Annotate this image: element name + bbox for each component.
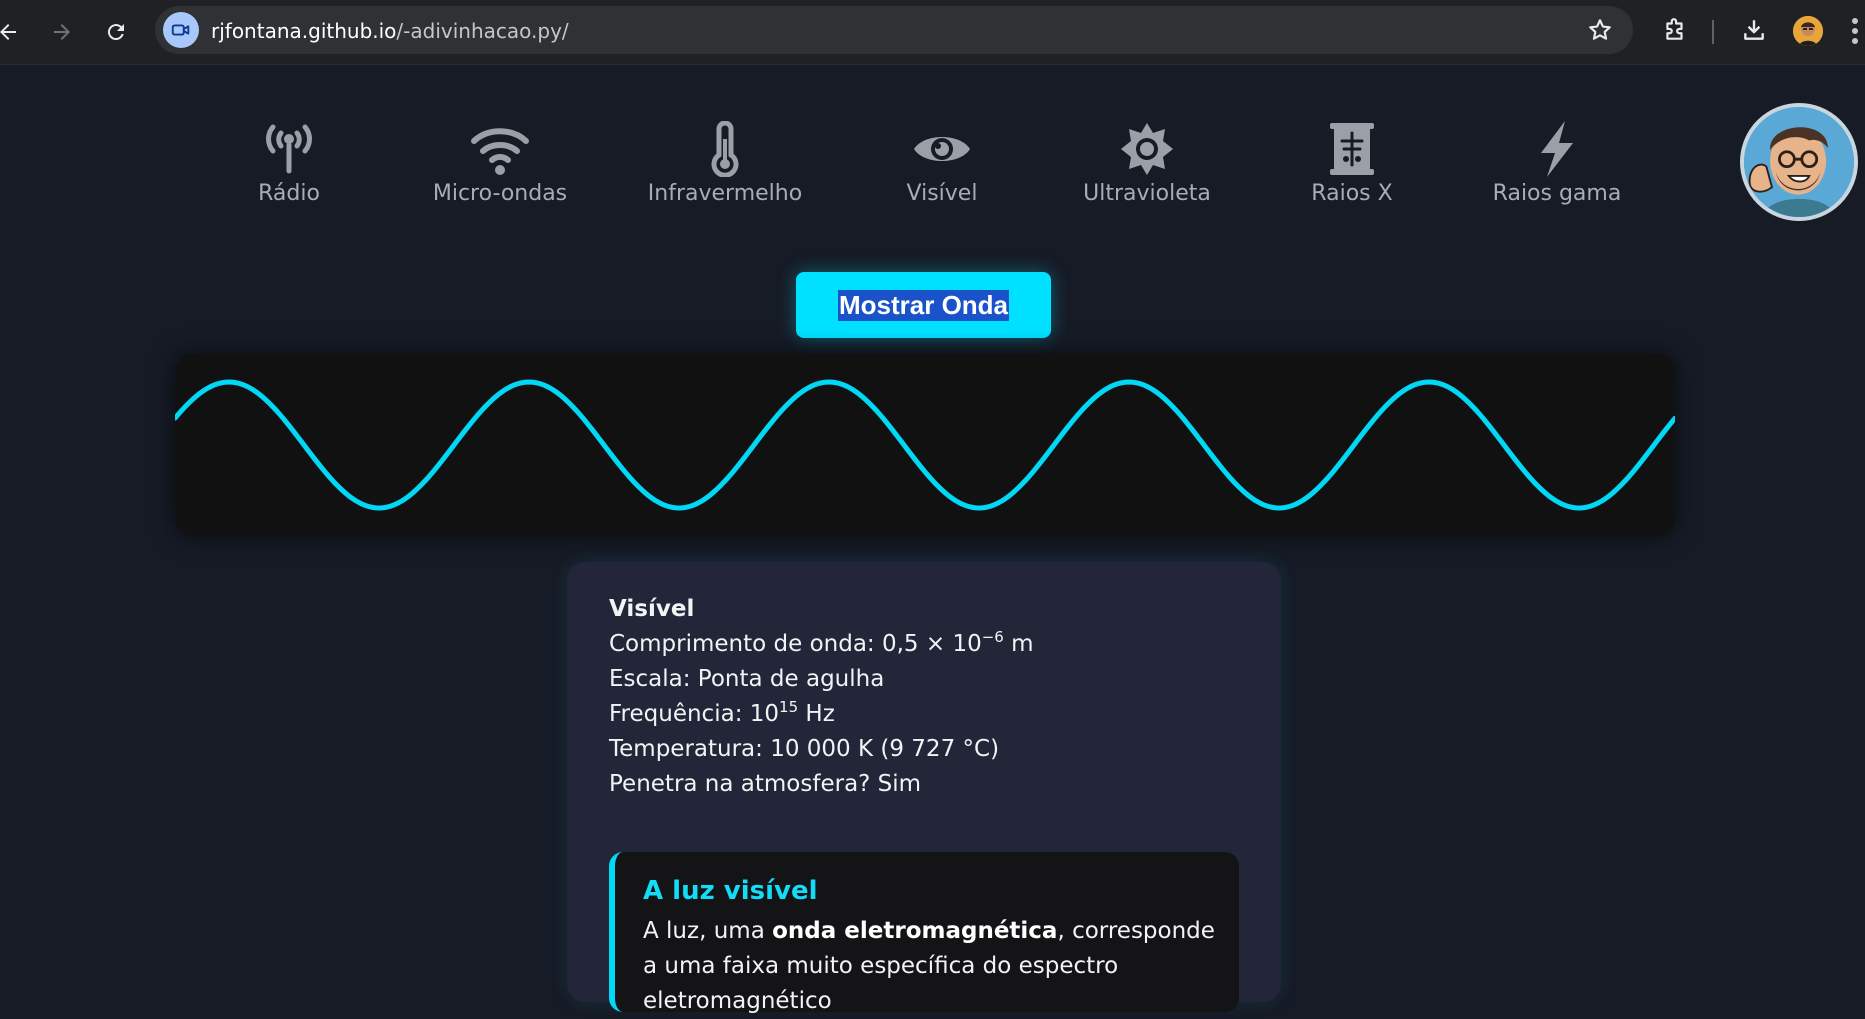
radio-tower-icon	[259, 121, 319, 177]
info-title: Visível	[609, 596, 695, 622]
video-camera-icon	[171, 24, 190, 36]
band-label: Raios gama	[1492, 181, 1622, 206]
explanation-box: A luz visível A luz, uma onda eletromagn…	[609, 852, 1239, 1014]
frequency-text: Frequência: 10	[609, 701, 780, 727]
explanation-text: A luz, uma onda eletromagnética, corresp…	[643, 914, 1223, 1019]
extensions-button[interactable]	[1659, 14, 1691, 46]
band-ultraviolet[interactable]: Ultravioleta	[1047, 121, 1247, 206]
site-info-button[interactable]	[163, 12, 199, 48]
page-content: Rádio Micro-ondas Infravermelho Visível …	[0, 65, 1865, 1014]
toolbar-divider	[1712, 20, 1714, 44]
lightning-icon	[1527, 121, 1587, 177]
band-label: Raios X	[1311, 181, 1393, 206]
back-button[interactable]	[0, 12, 28, 52]
spectrum-nav: Rádio Micro-ondas Infravermelho Visível …	[205, 120, 1645, 221]
band-label: Rádio	[258, 181, 320, 206]
url-host: rjfontana.github.io	[211, 19, 397, 43]
explanation-title: A luz visível	[643, 876, 818, 906]
band-radio[interactable]: Rádio	[189, 121, 389, 206]
info-temperature: Temperatura: 10 000 K (9 727 °C)	[609, 736, 1000, 762]
band-label: Ultravioleta	[1083, 181, 1211, 206]
band-gamma[interactable]: Raios gama	[1457, 121, 1657, 206]
downloads-button[interactable]	[1738, 14, 1770, 46]
wavelength-exponent: −6	[981, 628, 1004, 646]
arrow-left-icon	[0, 24, 16, 40]
download-icon	[1744, 20, 1764, 40]
info-scale: Escala: Ponta de agulha	[609, 666, 885, 692]
info-lines: Visível Comprimento de onda: 0,5 × 10−6 …	[609, 592, 1034, 802]
browser-menu-button[interactable]	[1852, 18, 1858, 46]
wave-line	[175, 379, 1675, 511]
info-wavelength: Comprimento de onda: 0,5 × 10−6 m	[609, 627, 1034, 662]
profile-avatar-button[interactable]	[1793, 16, 1823, 46]
band-label: Visível	[906, 181, 978, 206]
thermometer-icon	[695, 120, 755, 178]
arrow-right-icon	[54, 24, 70, 40]
info-frequency: Frequência: 1015 Hz	[609, 697, 1034, 732]
wave-display	[175, 354, 1675, 536]
author-avatar[interactable]	[1740, 103, 1858, 221]
reload-button[interactable]	[96, 12, 136, 52]
explanation-text-bold: onda eletromagnética	[772, 918, 1058, 944]
url-text[interactable]: rjfontana.github.io/-adivinhacao.py/	[211, 19, 569, 43]
url-path: /-adivinhacao.py/	[396, 19, 569, 43]
wavelength-text: Comprimento de onda: 0,5 × 10	[609, 631, 982, 657]
band-infrared[interactable]: Infravermelho	[625, 120, 825, 206]
eye-icon	[912, 121, 972, 177]
address-bar[interactable]: rjfontana.github.io/-adivinhacao.py/	[155, 6, 1633, 54]
cartoon-face-icon	[1744, 107, 1854, 217]
reload-icon	[107, 24, 124, 41]
band-visible[interactable]: Visível	[842, 121, 1042, 206]
band-label: Micro-ondas	[432, 181, 568, 206]
band-microwave[interactable]: Micro-ondas	[400, 121, 600, 206]
wifi-icon	[470, 121, 530, 177]
bookmark-button[interactable]	[1587, 17, 1613, 43]
band-info-card: Visível Comprimento de onda: 0,5 × 10−6 …	[567, 562, 1281, 1014]
band-label: Infravermelho	[647, 181, 803, 206]
forward-button[interactable]	[42, 12, 82, 52]
profile-face-icon	[1793, 16, 1823, 46]
explanation-text-start: A luz, uma	[643, 918, 773, 944]
frequency-exponent: 15	[779, 698, 799, 716]
frequency-unit: Hz	[798, 701, 835, 727]
x-ray-icon	[1322, 121, 1382, 177]
wavelength-unit: m	[1003, 631, 1034, 657]
sun-icon	[1117, 121, 1177, 177]
browser-toolbar: rjfontana.github.io/-adivinhacao.py/	[0, 0, 1865, 65]
band-xray[interactable]: Raios X	[1252, 121, 1452, 206]
wave-svg	[175, 379, 1675, 511]
info-atmosphere: Penetra na atmosfera? Sim	[609, 771, 922, 797]
star-icon	[1589, 19, 1611, 40]
puzzle-icon	[1666, 18, 1683, 40]
show-wave-label: Mostrar Onda	[837, 289, 1010, 321]
show-wave-button[interactable]: Mostrar Onda	[796, 272, 1051, 338]
